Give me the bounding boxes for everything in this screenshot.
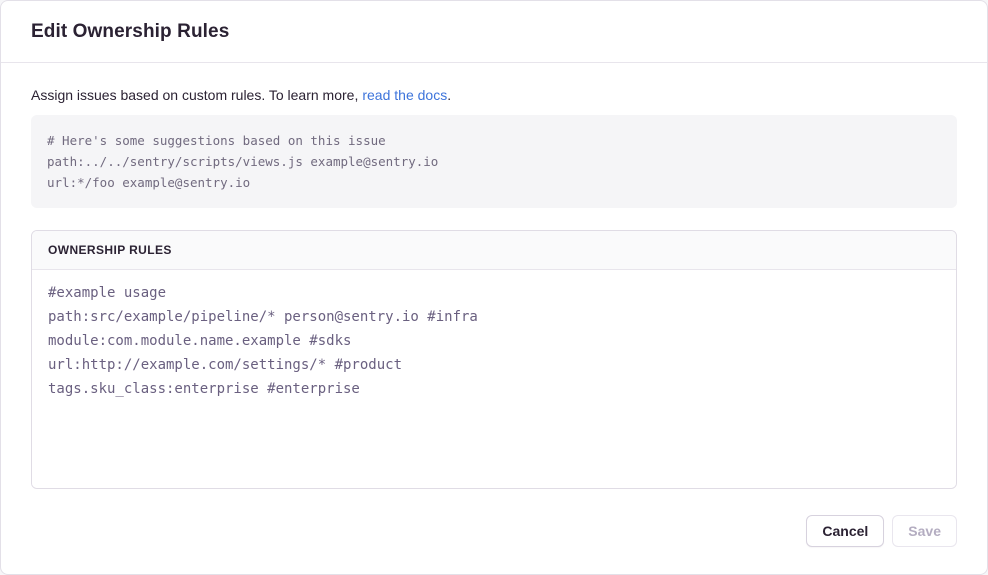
modal-footer: Cancel Save bbox=[1, 489, 987, 575]
edit-ownership-rules-modal: Edit Ownership Rules Assign issues based… bbox=[0, 0, 988, 575]
ownership-rules-panel-header: OWNERSHIP RULES bbox=[32, 231, 956, 270]
ownership-rules-panel: OWNERSHIP RULES #example usage path:src/… bbox=[31, 230, 957, 489]
modal-title: Edit Ownership Rules bbox=[31, 21, 229, 43]
description: Assign issues based on custom rules. To … bbox=[31, 87, 957, 103]
cancel-button[interactable]: Cancel bbox=[806, 515, 884, 547]
modal-body: Assign issues based on custom rules. To … bbox=[1, 63, 987, 489]
description-suffix: . bbox=[447, 87, 451, 103]
suggestions-block: # Here's some suggestions based on this … bbox=[31, 115, 957, 208]
modal-header: Edit Ownership Rules bbox=[1, 1, 987, 63]
ownership-rules-editor[interactable]: #example usage path:src/example/pipeline… bbox=[32, 270, 956, 488]
save-button[interactable]: Save bbox=[892, 515, 957, 547]
description-text: Assign issues based on custom rules. To … bbox=[31, 87, 358, 103]
suggestions-code: # Here's some suggestions based on this … bbox=[47, 130, 941, 193]
read-the-docs-link[interactable]: read the docs bbox=[362, 87, 447, 103]
